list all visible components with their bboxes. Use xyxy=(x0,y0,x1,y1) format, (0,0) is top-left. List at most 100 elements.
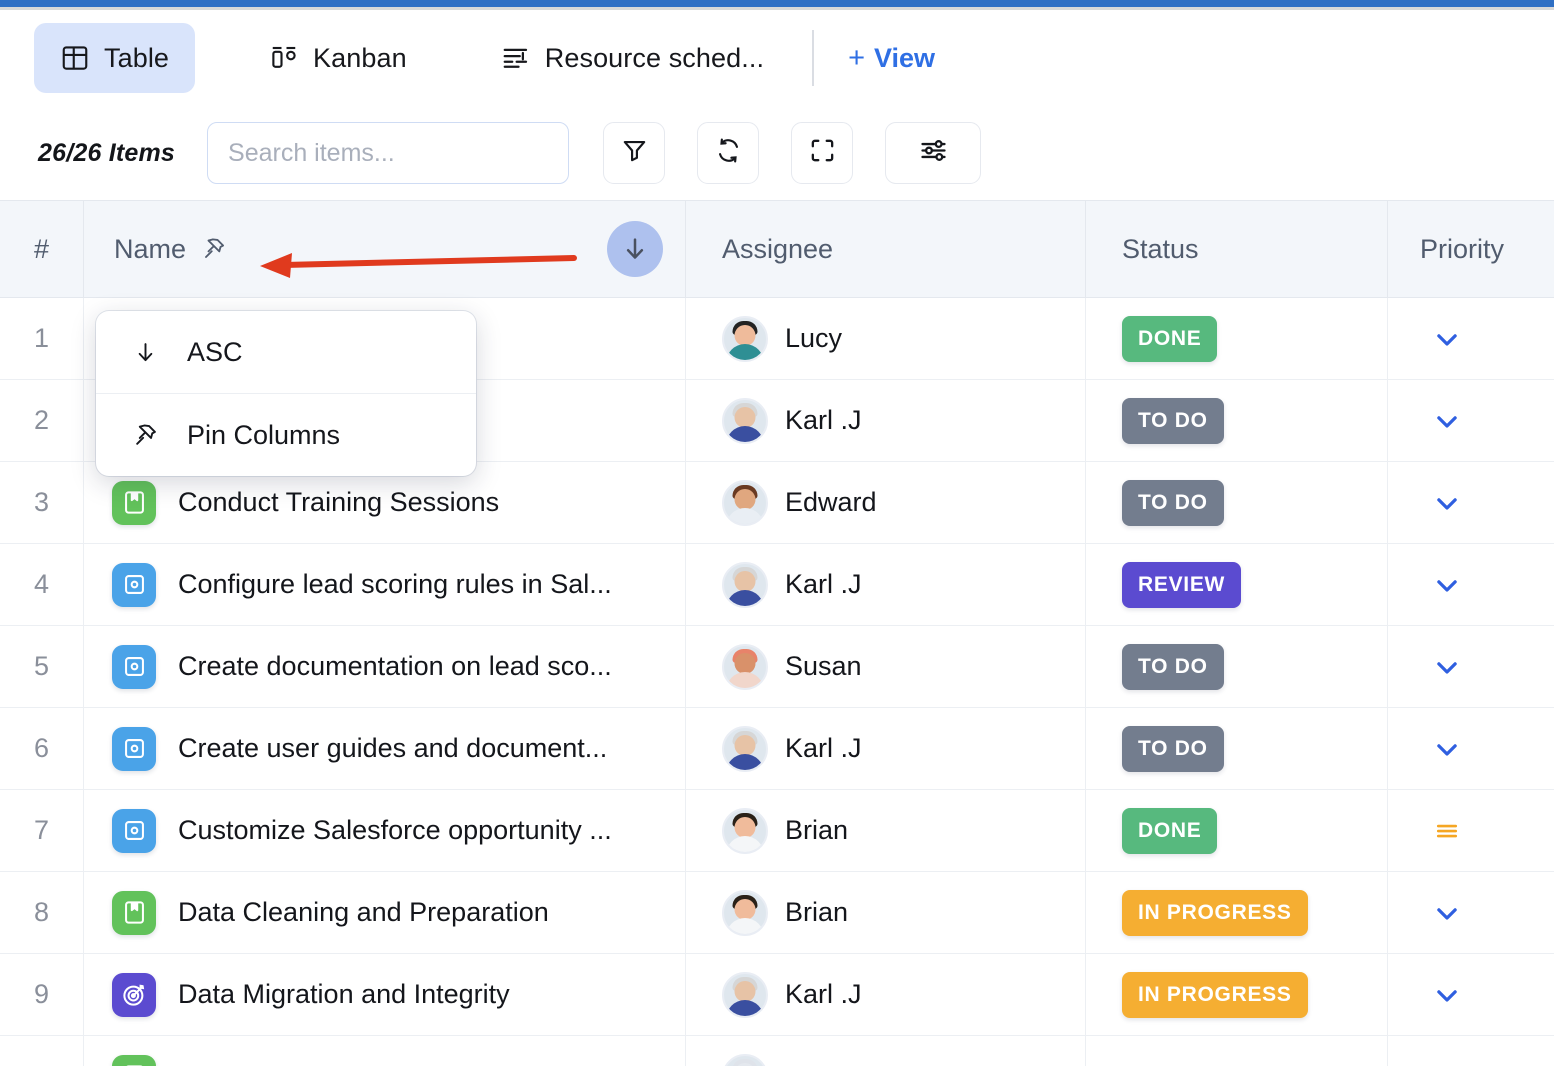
cell-name[interactable]: Data Cleaning and Preparation xyxy=(84,872,686,953)
priority-low-chevron-down-icon[interactable] xyxy=(1430,978,1464,1012)
cell-status[interactable]: IN PROGRESS xyxy=(1086,954,1388,1035)
resource-schedule-icon xyxy=(501,43,531,73)
plus-icon: + xyxy=(848,42,865,75)
tab-resource-schedule[interactable]: Resource sched... xyxy=(475,23,790,93)
cell-priority[interactable] xyxy=(1388,1036,1554,1066)
column-header-name[interactable]: Name xyxy=(84,201,686,297)
tab-kanban[interactable]: Kanban xyxy=(243,23,433,93)
cell-name[interactable]: Create user guides and document... xyxy=(84,708,686,789)
row-number: 4 xyxy=(0,544,84,625)
priority-medium-icon[interactable] xyxy=(1430,814,1464,848)
cell-assignee[interactable]: Susan xyxy=(686,626,1086,707)
refresh-button[interactable] xyxy=(697,122,759,184)
cell-priority[interactable] xyxy=(1388,872,1554,953)
search-input[interactable] xyxy=(207,122,569,184)
column-context-menu: ASC Pin Columns xyxy=(96,311,476,476)
priority-low-chevron-down-icon[interactable] xyxy=(1430,896,1464,930)
cell-priority[interactable] xyxy=(1388,462,1554,543)
column-header-priority[interactable]: Priority xyxy=(1388,201,1554,297)
table-row[interactable]: 5Create documentation on lead sco...Susa… xyxy=(0,626,1554,708)
status-badge[interactable]: TO DO xyxy=(1122,480,1224,526)
cell-assignee[interactable]: Karl .J xyxy=(686,544,1086,625)
column-header-status[interactable]: Status xyxy=(1086,201,1388,297)
table-row[interactable]: 9Data Migration and IntegrityKarl .J IN P… xyxy=(0,954,1554,1036)
fullscreen-button[interactable] xyxy=(791,122,853,184)
cell-priority[interactable] xyxy=(1388,708,1554,789)
table-row[interactable]: 10 xyxy=(0,1036,1554,1066)
cell-priority[interactable] xyxy=(1388,380,1554,461)
cell-assignee[interactable] xyxy=(686,1036,1086,1066)
tab-table[interactable]: Table xyxy=(34,23,195,93)
menu-item-asc[interactable]: ASC xyxy=(96,311,476,393)
avatar xyxy=(722,972,768,1018)
cell-assignee[interactable]: Brian xyxy=(686,790,1086,871)
cell-name[interactable] xyxy=(84,1036,686,1066)
status-badge[interactable]: IN PROGRESS xyxy=(1122,890,1308,936)
status-badge[interactable]: DONE xyxy=(1122,808,1217,854)
row-number: 10 xyxy=(0,1036,84,1066)
table-row[interactable]: 4Configure lead scoring rules in Sal...K… xyxy=(0,544,1554,626)
filter-button[interactable] xyxy=(603,122,665,184)
menu-item-pin-columns[interactable]: Pin Columns xyxy=(96,394,476,476)
priority-low-chevron-down-icon[interactable] xyxy=(1430,650,1464,684)
status-badge[interactable]: REVIEW xyxy=(1122,562,1241,608)
book-icon xyxy=(112,1055,156,1066)
cell-priority[interactable] xyxy=(1388,544,1554,625)
cell-name[interactable]: Data Migration and Integrity xyxy=(84,954,686,1035)
status-badge[interactable]: TO DO xyxy=(1122,398,1224,444)
cell-name[interactable]: Create documentation on lead sco... xyxy=(84,626,686,707)
cell-assignee[interactable]: Karl .J xyxy=(686,380,1086,461)
column-header-assignee[interactable]: Assignee xyxy=(686,201,1086,297)
cell-status[interactable]: TO DO xyxy=(1086,462,1388,543)
search-wrapper xyxy=(207,122,569,184)
cell-status[interactable] xyxy=(1086,1036,1388,1066)
cell-status[interactable]: DONE xyxy=(1086,298,1388,379)
cell-priority[interactable] xyxy=(1388,626,1554,707)
add-view-button[interactable]: + View xyxy=(840,36,943,81)
status-badge[interactable]: DONE xyxy=(1122,316,1217,362)
priority-low-chevron-down-icon[interactable] xyxy=(1430,568,1464,602)
pin-icon[interactable] xyxy=(201,236,227,262)
app-root: Table Kanban xyxy=(0,0,1554,1066)
cell-status[interactable]: DONE xyxy=(1086,790,1388,871)
priority-low-chevron-down-icon[interactable] xyxy=(1430,404,1464,438)
cell-name[interactable]: Customize Salesforce opportunity ... xyxy=(84,790,686,871)
cell-status[interactable]: REVIEW xyxy=(1086,544,1388,625)
cell-assignee[interactable]: Karl .J xyxy=(686,708,1086,789)
cell-assignee[interactable]: Lucy xyxy=(686,298,1086,379)
table-row[interactable]: 8Data Cleaning and PreparationBrian IN PR… xyxy=(0,872,1554,954)
cell-priority[interactable] xyxy=(1388,954,1554,1035)
sliders-icon xyxy=(918,135,949,171)
status-badge[interactable]: TO DO xyxy=(1122,726,1224,772)
avatar xyxy=(722,890,768,936)
cell-status[interactable]: TO DO xyxy=(1086,380,1388,461)
browser-accent-bar xyxy=(0,0,1554,7)
row-number: 8 xyxy=(0,872,84,953)
column-header-name-label: Name xyxy=(114,234,186,265)
row-number: 2 xyxy=(0,380,84,461)
cell-assignee[interactable]: Brian xyxy=(686,872,1086,953)
row-number: 7 xyxy=(0,790,84,871)
priority-low-chevron-down-icon[interactable] xyxy=(1430,732,1464,766)
status-badge[interactable]: TO DO xyxy=(1122,644,1224,690)
row-number: 9 xyxy=(0,954,84,1035)
settings-button[interactable] xyxy=(885,122,981,184)
cell-priority[interactable] xyxy=(1388,790,1554,871)
status-badge[interactable]: IN PROGRESS xyxy=(1122,972,1308,1018)
priority-low-chevron-down-icon[interactable] xyxy=(1430,1060,1464,1066)
cell-status[interactable]: TO DO xyxy=(1086,708,1388,789)
priority-low-chevron-down-icon[interactable] xyxy=(1430,322,1464,356)
cell-assignee[interactable]: Edward xyxy=(686,462,1086,543)
cell-name[interactable]: Configure lead scoring rules in Sal... xyxy=(84,544,686,625)
cell-assignee[interactable]: Karl .J xyxy=(686,954,1086,1035)
row-number: 6 xyxy=(0,708,84,789)
row-number: 1 xyxy=(0,298,84,379)
cell-priority[interactable] xyxy=(1388,298,1554,379)
cell-status[interactable]: TO DO xyxy=(1086,626,1388,707)
sort-direction-button[interactable] xyxy=(607,221,663,277)
tab-divider xyxy=(812,30,814,86)
table-row[interactable]: 7Customize Salesforce opportunity ...Bri… xyxy=(0,790,1554,872)
priority-low-chevron-down-icon[interactable] xyxy=(1430,486,1464,520)
cell-status[interactable]: IN PROGRESS xyxy=(1086,872,1388,953)
table-row[interactable]: 6Create user guides and document...Karl … xyxy=(0,708,1554,790)
